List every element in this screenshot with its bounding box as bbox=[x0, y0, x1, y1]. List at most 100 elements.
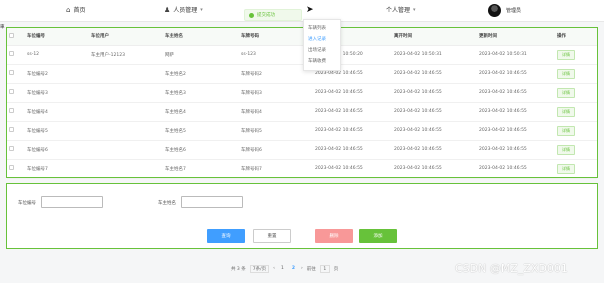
goto-page-input[interactable]: 1 bbox=[319, 264, 330, 273]
detail-button[interactable]: 详情 bbox=[557, 87, 575, 98]
menu-item-entry-records[interactable]: 进入记录 bbox=[304, 34, 340, 45]
row-checkbox[interactable] bbox=[9, 146, 14, 151]
nav-person-management[interactable]: ♟ 人员管理 ▾ bbox=[164, 5, 203, 15]
cell-user bbox=[89, 140, 163, 160]
cell-user bbox=[89, 64, 163, 84]
cell-owner: 网萨 bbox=[163, 45, 239, 65]
table-row: 车位编号2 车主姓名2 车牌号码2 2023-04-02 10:46:55 20… bbox=[7, 64, 597, 84]
row-checkbox[interactable] bbox=[9, 51, 14, 56]
spot-number-label: 车位编号 bbox=[18, 201, 36, 206]
menu-item-vehicle-fees[interactable]: 车辆收费 bbox=[304, 56, 340, 67]
cell-exit-time: 2023-04-02 10:46:55 bbox=[392, 83, 477, 103]
cell-owner: 车主姓名5 bbox=[163, 121, 239, 141]
nav-home-label: 首页 bbox=[73, 7, 86, 14]
cell-entry-time: 2023-04-02 10:46:55 bbox=[313, 159, 392, 179]
watermark: CSDN @MZ_ZXD001 bbox=[455, 262, 568, 275]
nav-person-label: 人员管理 bbox=[173, 7, 198, 14]
top-navbar: ⌂ 首页 ♟ 人员管理 ▾ ➤ 个人管理 ▾ 管理员 bbox=[0, 0, 604, 22]
detail-button[interactable]: 详情 bbox=[557, 49, 575, 60]
page-number-active[interactable]: 2 bbox=[290, 266, 297, 271]
col-header: 车位用户 bbox=[89, 28, 163, 46]
cell-owner: 车主姓名7 bbox=[163, 159, 239, 179]
person-icon: ♟ bbox=[164, 5, 171, 14]
select-all-checkbox[interactable] bbox=[9, 32, 14, 38]
add-button[interactable]: 添加 bbox=[359, 229, 397, 243]
cell-update-time: 2023-04-02 10:50:31 bbox=[477, 45, 555, 65]
col-header: 更新时间 bbox=[477, 28, 555, 46]
prev-page-icon[interactable]: ‹ bbox=[273, 266, 275, 271]
row-checkbox[interactable] bbox=[9, 89, 14, 94]
cell-exit-time: 2023-04-02 10:46:55 bbox=[392, 102, 477, 122]
row-checkbox[interactable] bbox=[9, 165, 14, 170]
data-table: 车位编号 车位用户 车主姓名 车牌号码 进入时间 离开时间 更新时间 操作 ss… bbox=[6, 27, 598, 179]
cell-spot: 车位编号5 bbox=[25, 121, 89, 141]
detail-button[interactable]: 详情 bbox=[557, 144, 575, 155]
cell-spot: 车位编号3 bbox=[25, 83, 89, 103]
cell-entry-time: 2023-04-02 10:46:55 bbox=[313, 140, 392, 160]
cell-user bbox=[89, 102, 163, 122]
cell-exit-time: 2023-04-02 10:46:55 bbox=[392, 159, 477, 179]
cell-update-time: 2023-04-02 10:46:55 bbox=[477, 121, 555, 141]
table-row: 车位编号7 车主姓名7 车牌号码7 2023-04-02 10:46:55 20… bbox=[7, 159, 597, 179]
col-header: 操作 bbox=[555, 28, 597, 46]
cell-user bbox=[89, 121, 163, 141]
cell-owner: 车主姓名6 bbox=[163, 140, 239, 160]
table-row: 车位编号6 车主姓名6 车牌号码6 2023-04-02 10:46:55 20… bbox=[7, 140, 597, 160]
page-number[interactable]: 1 bbox=[279, 266, 286, 271]
cell-entry-time: 2023-04-02 10:46:55 bbox=[313, 83, 392, 103]
table-row: ss-12 车主用户-12123 网萨 ss-123 2023-04-02 10… bbox=[7, 45, 597, 65]
dropdown-menu: 车辆列表 进入记录 出场记录 车辆收费 bbox=[303, 19, 341, 71]
cursor-icon: ➤ bbox=[306, 5, 314, 15]
cell-update-time: 2023-04-02 10:46:55 bbox=[477, 140, 555, 160]
cell-owner: 车主姓名4 bbox=[163, 102, 239, 122]
row-checkbox[interactable] bbox=[9, 127, 14, 132]
cell-update-time: 2023-04-02 10:46:55 bbox=[477, 159, 555, 179]
spot-number-input[interactable] bbox=[41, 196, 103, 208]
detail-button[interactable]: 详情 bbox=[557, 106, 575, 117]
nav-personal-management[interactable]: 个人管理 ▾ bbox=[386, 5, 416, 15]
toast-text: 提交成功 bbox=[257, 13, 275, 18]
success-toast: 提交成功 bbox=[244, 9, 302, 21]
chevron-down-icon: ▾ bbox=[413, 6, 416, 13]
cell-owner: 车主姓名2 bbox=[163, 64, 239, 84]
page-unit-label: 页 bbox=[333, 266, 339, 272]
row-checkbox[interactable] bbox=[9, 70, 14, 75]
table-row: 车位编号5 车主姓名5 车牌号码5 2023-04-02 10:46:55 20… bbox=[7, 121, 597, 141]
user-name: 管理员 bbox=[506, 8, 522, 14]
cell-exit-time: 2023-04-02 10:46:55 bbox=[392, 121, 477, 141]
cell-spot: 车位编号2 bbox=[25, 64, 89, 84]
detail-button[interactable]: 详情 bbox=[557, 163, 575, 174]
cell-plate: ss-123 bbox=[239, 45, 313, 65]
menu-item-vehicle-list[interactable]: 车辆列表 bbox=[304, 23, 340, 34]
query-button[interactable]: 查询 bbox=[207, 229, 245, 243]
reset-button[interactable]: 重置 bbox=[253, 229, 291, 243]
nav-home[interactable]: ⌂ 首页 bbox=[66, 5, 86, 15]
table-header-row: 车位编号 车位用户 车主姓名 车牌号码 进入时间 离开时间 更新时间 操作 bbox=[7, 28, 597, 46]
cell-plate: 车牌号码2 bbox=[239, 64, 313, 84]
menu-item-exit-records[interactable]: 出场记录 bbox=[304, 45, 340, 56]
owner-name-input[interactable] bbox=[181, 196, 243, 208]
col-header: 车主姓名 bbox=[163, 28, 239, 46]
next-page-icon[interactable]: › bbox=[301, 266, 303, 271]
page-size-select[interactable]: 7条/页 bbox=[249, 264, 270, 273]
detail-button[interactable]: 详情 bbox=[557, 68, 575, 79]
row-checkbox[interactable] bbox=[9, 108, 14, 113]
table-row: 车位编号3 车主姓名3 车牌号码3 2023-04-02 10:46:55 20… bbox=[7, 83, 597, 103]
cell-exit-time: 2023-04-02 10:46:55 bbox=[392, 64, 477, 84]
avatar[interactable] bbox=[488, 4, 501, 17]
search-panel: 车位编号 车主姓名 查询 重置 删除 添加 bbox=[6, 183, 598, 249]
cell-entry-time: 2023-04-02 10:46:55 bbox=[313, 102, 392, 122]
pagination: 共 3 条 7条/页 ‹ 1 2 › 前往 1 页 bbox=[231, 264, 338, 273]
col-header: 离开时间 bbox=[392, 28, 477, 46]
chevron-down-icon: ▾ bbox=[200, 6, 203, 13]
cell-plate: 车牌号码5 bbox=[239, 121, 313, 141]
cell-user bbox=[89, 83, 163, 103]
nav-personal-label: 个人管理 bbox=[386, 7, 411, 14]
delete-button[interactable]: 删除 bbox=[315, 229, 353, 243]
cell-spot: 车位编号4 bbox=[25, 102, 89, 122]
detail-button[interactable]: 详情 bbox=[557, 125, 575, 136]
cell-update-time: 2023-04-02 10:46:55 bbox=[477, 83, 555, 103]
cell-spot: ss-12 bbox=[25, 45, 89, 65]
cell-exit-time: 2023-04-02 10:50:31 bbox=[392, 45, 477, 65]
owner-name-label: 车主姓名 bbox=[158, 201, 176, 206]
